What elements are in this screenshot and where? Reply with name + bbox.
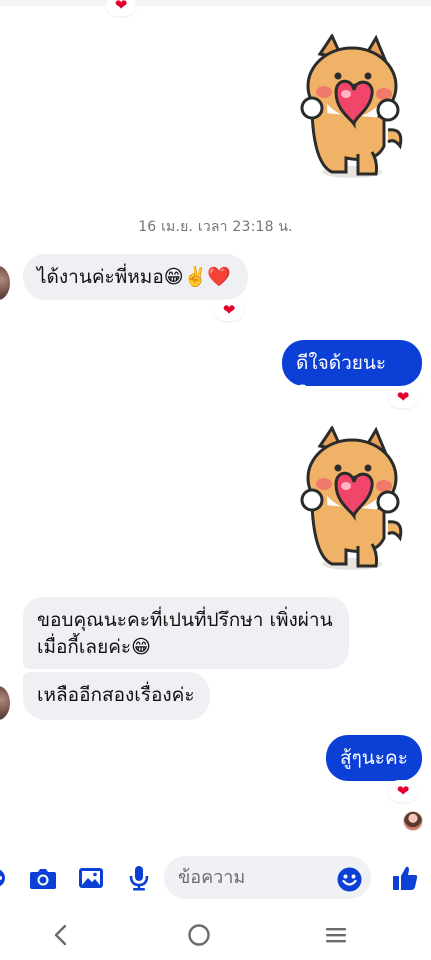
nav-recents-icon[interactable] [323,922,349,948]
heart-icon: ❤ [396,387,410,406]
reaction-heart[interactable]: ❤ [214,299,244,321]
message-text: ได้งานค่ะพี่หมอ😁✌️❤️ [37,266,231,288]
reaction-heart[interactable]: ❤ [388,780,418,802]
message-text-line-1: ขอบคุณนะคะที่เปนที่ปรึกษา เพิ่งผ่าน [37,609,333,631]
avatar[interactable] [0,686,10,720]
dog-sticker-icon [300,32,403,178]
thumbs-up-icon[interactable] [391,862,419,894]
sticker-dog-heart[interactable] [292,424,406,574]
reaction-heart[interactable]: ❤ [106,0,136,16]
message-composer [0,850,431,906]
heart-icon: ❤ [396,781,410,800]
top-divider [0,0,431,6]
message-bubble-incoming[interactable]: ขอบคุณนะคะที่เปนที่ปรึกษา เพิ่งผ่าน เมื่… [23,597,349,669]
message-bubble-outgoing[interactable]: สู้ๆนะคะ [326,735,422,781]
message-text-line-2: เมื่อกี้เลยค่ะ😁 [37,636,151,658]
nav-home-icon[interactable] [186,922,212,948]
emoji-icon[interactable] [336,863,362,895]
message-text: ดีใจด้วยนะคะ [296,352,387,400]
message-bubble-outgoing[interactable]: ดีใจด้วยนะคะ [282,340,422,400]
avatar[interactable] [0,266,10,300]
message-timestamp: 16 เม.ย. เวลา 23:18 น. [138,219,293,235]
camera-icon[interactable] [28,862,58,894]
heart-icon: ❤ [114,0,128,14]
reaction-heart[interactable]: ❤ [388,386,418,408]
sticker-dog-heart[interactable] [292,32,406,182]
more-icon[interactable] [0,862,8,894]
message-bubble-incoming[interactable]: เหลืออีกสองเรื่องค่ะ [23,672,210,720]
microphone-icon[interactable] [126,862,152,894]
message-bubble-incoming[interactable]: ได้งานค่ะพี่หมอ😁✌️❤️ [23,254,248,300]
gallery-icon[interactable] [76,862,106,894]
heart-icon: ❤ [222,300,236,319]
seen-avatar [403,811,423,831]
nav-back-icon[interactable] [50,922,72,948]
message-text: เหลืออีกสองเรื่องค่ะ [37,684,195,706]
dog-sticker-icon [300,424,403,570]
message-text-field[interactable] [178,867,328,888]
message-text: สู้ๆนะคะ [340,747,408,769]
system-navigation-bar [0,910,431,960]
